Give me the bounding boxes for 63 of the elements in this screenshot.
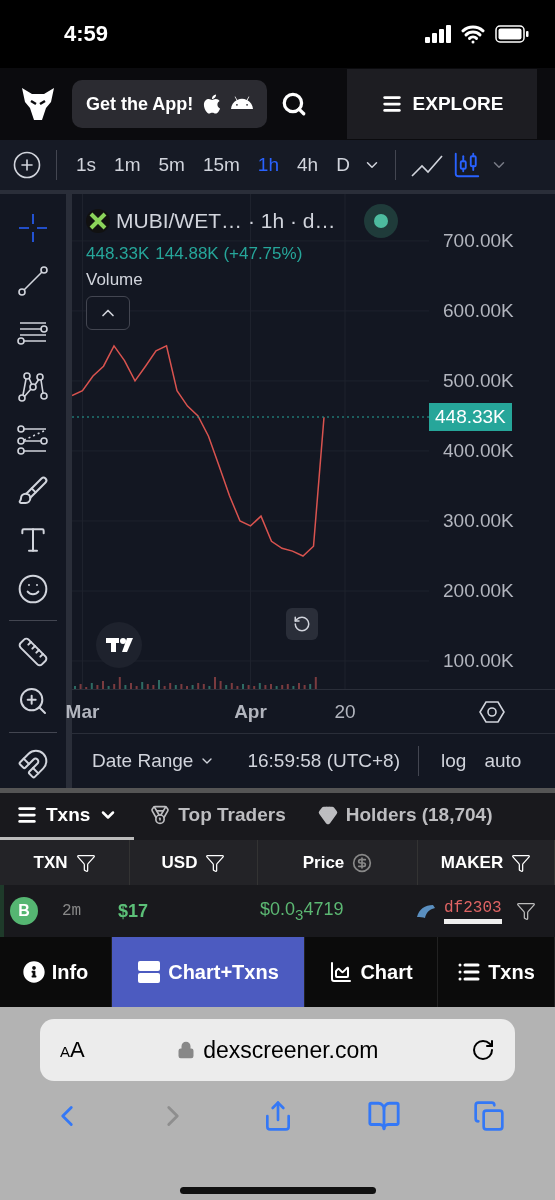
last-price: 448.33K: [86, 244, 150, 264]
view-tab[interactable]: Chart+Txns: [112, 937, 305, 1007]
url-text: dexscreener.com: [203, 1036, 379, 1064]
clock-time: 16:59:58 (UTC+8): [247, 750, 400, 772]
filter-icon: [75, 852, 96, 873]
interval-tab[interactable]: 5m: [151, 150, 192, 180]
time-axis-label: Apr: [234, 701, 267, 723]
study-label: Volume: [86, 270, 144, 290]
diamond-icon: [317, 805, 338, 825]
search-icon[interactable]: [281, 91, 308, 117]
area-chart-icon: [329, 960, 354, 984]
signal-icon: [425, 25, 451, 43]
text-size-button[interactable]: AA: [60, 1037, 85, 1063]
price-axis-label: 700.00K: [443, 229, 514, 252]
interval-tab[interactable]: 1s: [69, 150, 104, 180]
settings-icon[interactable]: [479, 699, 505, 725]
reset-icon: [293, 615, 311, 633]
reset-button[interactable]: [286, 608, 318, 640]
interval-label: · 1h · d…: [248, 209, 336, 233]
price-axis-label: 200.00K: [443, 579, 514, 602]
address-bar[interactable]: AA dexscreener.com: [40, 1019, 515, 1081]
date-range-dropdown[interactable]: Date Range: [88, 750, 220, 772]
interval-tab[interactable]: 1m: [107, 150, 148, 180]
token-logo: [86, 209, 110, 233]
price-tag: 448.33K: [429, 403, 512, 432]
explore-button[interactable]: EXPLORE: [347, 69, 537, 139]
maker-link[interactable]: df2303: [444, 898, 502, 924]
filter-icon: [205, 852, 226, 873]
dollar-icon: [352, 852, 373, 873]
panel-tab[interactable]: Holders (18,704): [301, 793, 509, 840]
tv-logo[interactable]: [96, 622, 142, 668]
time-axis-label: Mar: [65, 701, 100, 723]
interval-tab[interactable]: 15m: [195, 150, 247, 180]
price-axis-label: 600.00K: [443, 299, 514, 322]
price-cell-text: $0.0$_{3}$4719: [260, 899, 345, 923]
battery-icon: [495, 25, 529, 43]
filter-icon[interactable]: [515, 901, 536, 921]
price-axis-label: 100.00K: [443, 650, 514, 672]
price-change: 144.88K (+47.75%): [155, 244, 303, 264]
time-axis-label: 20: [334, 701, 356, 723]
usd-cell-text: $17: [118, 900, 150, 922]
medal-icon: [150, 805, 171, 825]
interval-tab[interactable]: D: [329, 150, 357, 180]
symbol-title: MUBI/WET…: [116, 209, 242, 233]
panel-tab[interactable]: Top Traders: [134, 793, 302, 840]
scale-option[interactable]: auto: [480, 750, 526, 772]
filter-icon: [511, 852, 532, 873]
price-axis-label: 500.00K: [443, 369, 514, 392]
price-axis-label: 400.00K: [443, 439, 514, 462]
price-axis-label: 300.00K: [443, 509, 514, 532]
scale-option[interactable]: log: [437, 750, 471, 772]
age-cell-text: 2m: [62, 902, 83, 920]
interval-tab[interactable]: 1h: [250, 150, 286, 180]
info-icon: [22, 961, 45, 983]
status-time: 4:59: [64, 21, 109, 47]
menu-icon: [380, 93, 403, 115]
reload-icon[interactable]: [471, 1038, 495, 1062]
list-icon: [16, 804, 38, 826]
get-app-button[interactable]: Get the App!: [72, 80, 268, 128]
side-badge: B: [10, 897, 38, 925]
lock-icon: [177, 1041, 196, 1059]
split-view-icon: [137, 960, 162, 984]
interval-tab[interactable]: 4h: [290, 150, 326, 180]
